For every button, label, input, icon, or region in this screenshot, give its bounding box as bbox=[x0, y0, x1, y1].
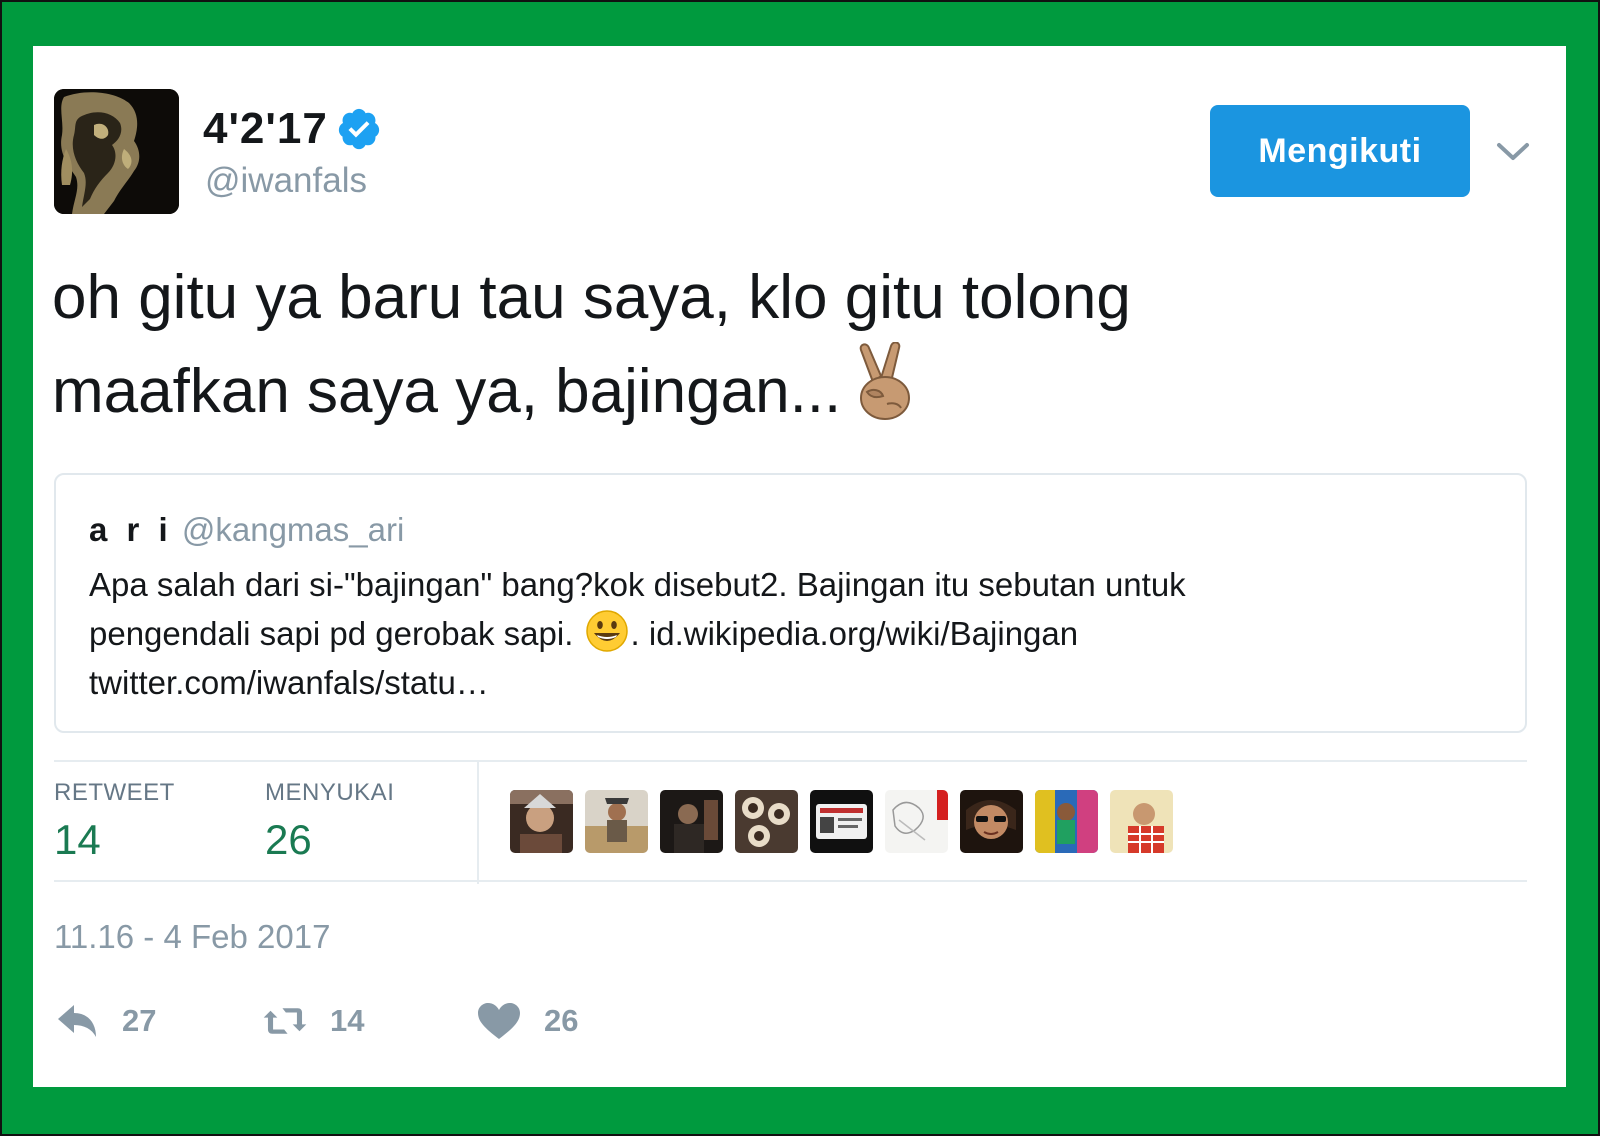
tweet-text-line: maafkan saya ya, bajingan... bbox=[52, 342, 1512, 436]
chevron-down-icon[interactable] bbox=[1495, 136, 1531, 166]
peace-hand-emoji-icon bbox=[859, 342, 911, 420]
liker-avatar[interactable] bbox=[735, 790, 798, 853]
like-stat-label[interactable]: MENYUKAI bbox=[265, 779, 394, 807]
tweet-text-line: oh gitu ya baru tau saya, klo gitu tolon… bbox=[52, 263, 1131, 332]
tweet-text: oh gitu ya baru tau saya, klo gitu tolon… bbox=[52, 254, 1512, 436]
retweet-count: 14 bbox=[330, 1003, 365, 1038]
quoted-text-line: Apa salah dari si-"bajingan" bang?kok di… bbox=[89, 566, 1186, 603]
retweet-stat-count[interactable]: 14 bbox=[54, 816, 101, 864]
author-handle[interactable]: @iwanfals bbox=[205, 161, 367, 201]
quoted-author-handle: @kangmas_ari bbox=[181, 511, 405, 548]
liker-avatar[interactable] bbox=[960, 790, 1023, 853]
reply-action[interactable]: 27 bbox=[54, 1001, 156, 1041]
retweet-action[interactable]: 14 bbox=[262, 1001, 364, 1041]
following-button[interactable]: Mengikuti bbox=[1210, 105, 1470, 197]
liker-avatar[interactable] bbox=[1110, 790, 1173, 853]
quoted-tweet-header: a r i @kangmas_ari bbox=[89, 511, 404, 549]
divider bbox=[54, 880, 1527, 882]
author-name-row[interactable]: 4'2'17 bbox=[203, 104, 382, 154]
quoted-tweet[interactable]: a r i @kangmas_ari Apa salah dari si-"ba… bbox=[54, 473, 1527, 733]
liker-avatar[interactable] bbox=[585, 790, 648, 853]
author-avatar[interactable] bbox=[54, 89, 179, 214]
green-frame: 4'2'17 @iwanfals Mengikuti oh gitu ya ba… bbox=[0, 0, 1600, 1136]
liker-avatar[interactable] bbox=[660, 790, 723, 853]
retweet-icon bbox=[263, 1008, 307, 1034]
author-display-name[interactable]: 4'2'17 bbox=[203, 104, 328, 154]
quoted-text-link[interactable]: . id.wikipedia.org/wiki/Bajingan bbox=[631, 615, 1079, 652]
smiling-face-emoji-icon bbox=[585, 610, 628, 652]
like-action[interactable]: 26 bbox=[476, 1001, 578, 1041]
quoted-author-name: a r i bbox=[89, 511, 173, 548]
verified-badge-icon bbox=[338, 108, 379, 150]
quoted-text-link[interactable]: twitter.com/iwanfals/statu… bbox=[89, 658, 1489, 707]
divider bbox=[54, 760, 1527, 762]
liker-avatar[interactable] bbox=[510, 790, 573, 853]
reply-count: 27 bbox=[122, 1003, 157, 1038]
tweet-card: 4'2'17 @iwanfals Mengikuti oh gitu ya ba… bbox=[33, 46, 1566, 1087]
tweet-text-line-2: maafkan saya ya, bajingan... bbox=[52, 357, 842, 426]
quoted-text-line: pengendali sapi pd gerobak sapi. . id.wi… bbox=[89, 609, 1489, 658]
heart-icon bbox=[478, 1003, 520, 1039]
liker-avatars bbox=[510, 790, 1173, 853]
like-stat-count[interactable]: 26 bbox=[265, 816, 312, 864]
stats-separator bbox=[477, 762, 479, 884]
tweet-timestamp[interactable]: 11.16 - 4 Feb 2017 bbox=[54, 918, 330, 956]
quoted-text-part: pengendali sapi pd gerobak sapi. bbox=[89, 615, 574, 652]
quoted-tweet-text: Apa salah dari si-"bajingan" bang?kok di… bbox=[89, 560, 1489, 707]
liker-avatar[interactable] bbox=[885, 790, 948, 853]
liker-avatar[interactable] bbox=[810, 790, 873, 853]
like-count: 26 bbox=[544, 1003, 579, 1038]
reply-icon bbox=[58, 1005, 96, 1037]
retweet-stat-label[interactable]: RETWEET bbox=[54, 779, 175, 807]
liker-avatar[interactable] bbox=[1035, 790, 1098, 853]
